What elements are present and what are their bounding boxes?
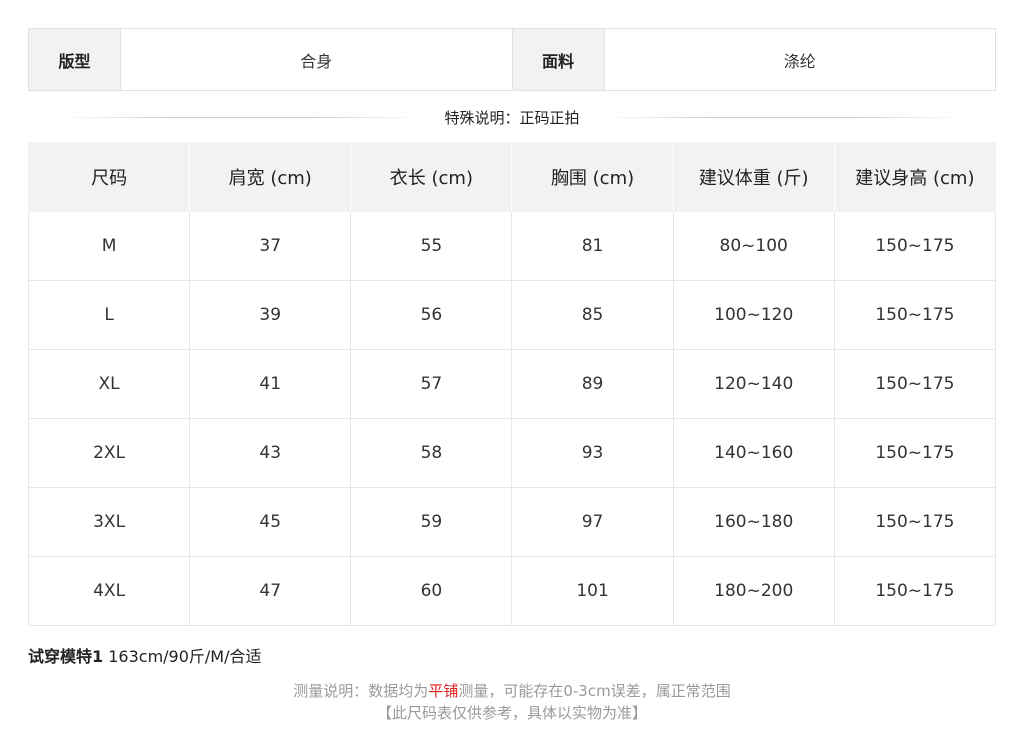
header-chest: 胸围 (cm) [511, 142, 674, 212]
cell-length: 57 [350, 349, 513, 419]
size-chart-header-row: 尺码 肩宽 (cm) 衣长 (cm) 胸围 (cm) 建议体重 (斤) 建议身高… [27, 142, 997, 212]
cell-shoulder: 41 [189, 349, 352, 419]
table-row: XL 41 57 89 120~140 150~175 [27, 349, 997, 419]
cell-length: 55 [350, 211, 513, 281]
cell-size: XL [27, 349, 191, 419]
table-row: L 39 56 85 100~120 150~175 [27, 280, 997, 350]
cell-weight: 140~160 [672, 418, 835, 488]
divider-right [599, 116, 965, 118]
cell-chest: 101 [511, 556, 674, 626]
cell-chest: 85 [511, 280, 674, 350]
cell-size: 2XL [27, 418, 191, 488]
cell-chest: 93 [511, 418, 674, 488]
header-length: 衣长 (cm) [350, 142, 513, 212]
cell-height: 150~175 [833, 349, 997, 419]
measurement-note-line: 测量说明：数据均为平铺测量，可能存在0-3cm误差，属正常范围 [0, 680, 1024, 702]
cell-shoulder: 37 [189, 211, 352, 281]
cell-chest: 97 [511, 487, 674, 557]
fabric-label: 面料 [512, 29, 604, 90]
table-row: 3XL 45 59 97 160~180 150~175 [27, 487, 997, 557]
cell-size: L [27, 280, 191, 350]
cell-shoulder: 39 [189, 280, 352, 350]
cell-shoulder: 43 [189, 418, 352, 488]
measure-note-prefix: 测量说明：数据均为 [293, 682, 429, 700]
cell-length: 60 [350, 556, 513, 626]
model-fit-info: 试穿模特1 163cm/90斤/M/合适 [28, 643, 262, 667]
cell-weight: 180~200 [672, 556, 835, 626]
header-height: 建议身高 (cm) [833, 142, 997, 212]
cell-chest: 81 [511, 211, 674, 281]
fit-value: 合身 [120, 29, 513, 90]
cell-length: 56 [350, 280, 513, 350]
cell-size: 4XL [27, 556, 191, 626]
cell-weight: 120~140 [672, 349, 835, 419]
header-weight: 建议体重 (斤) [672, 142, 835, 212]
size-chart-table: 尺码 肩宽 (cm) 衣长 (cm) 胸围 (cm) 建议体重 (斤) 建议身高… [27, 142, 997, 626]
table-row: M 37 55 81 80~100 150~175 [27, 211, 997, 281]
measure-note-highlight: 平铺 [428, 682, 459, 700]
model-details: 163cm/90斤/M/合适 [103, 647, 262, 666]
cell-chest: 89 [511, 349, 674, 419]
cell-height: 150~175 [833, 418, 997, 488]
cell-height: 150~175 [833, 280, 997, 350]
fabric-value: 涤纶 [603, 29, 995, 90]
cell-weight: 160~180 [672, 487, 835, 557]
cell-size: M [27, 211, 191, 281]
measurement-note: 测量说明：数据均为平铺测量，可能存在0-3cm误差，属正常范围 【此尺码表仅供参… [0, 680, 1024, 724]
divider-left [60, 116, 425, 118]
special-note-row: 特殊说明：正码正拍 [60, 104, 965, 130]
product-attributes-table: 版型 合身 面料 涤纶 [28, 28, 996, 91]
table-row: 2XL 43 58 93 140~160 150~175 [27, 418, 997, 488]
table-row: 4XL 47 60 101 180~200 150~175 [27, 556, 997, 626]
model-label: 试穿模特1 [28, 647, 104, 666]
header-size: 尺码 [27, 142, 191, 212]
cell-weight: 80~100 [672, 211, 835, 281]
fit-label: 版型 [29, 29, 120, 90]
cell-size: 3XL [27, 487, 191, 557]
special-note: 特殊说明：正码正拍 [444, 108, 580, 127]
cell-length: 58 [350, 418, 513, 488]
measure-disclaimer: 【此尺码表仅供参考，具体以实物为准】 [376, 704, 647, 722]
cell-shoulder: 47 [189, 556, 352, 626]
header-shoulder: 肩宽 (cm) [189, 142, 352, 212]
measure-note-suffix: 测量，可能存在0-3cm误差，属正常范围 [458, 682, 731, 700]
cell-weight: 100~120 [672, 280, 835, 350]
cell-length: 59 [350, 487, 513, 557]
cell-height: 150~175 [833, 211, 997, 281]
cell-height: 150~175 [833, 556, 997, 626]
cell-height: 150~175 [833, 487, 997, 557]
cell-shoulder: 45 [189, 487, 352, 557]
